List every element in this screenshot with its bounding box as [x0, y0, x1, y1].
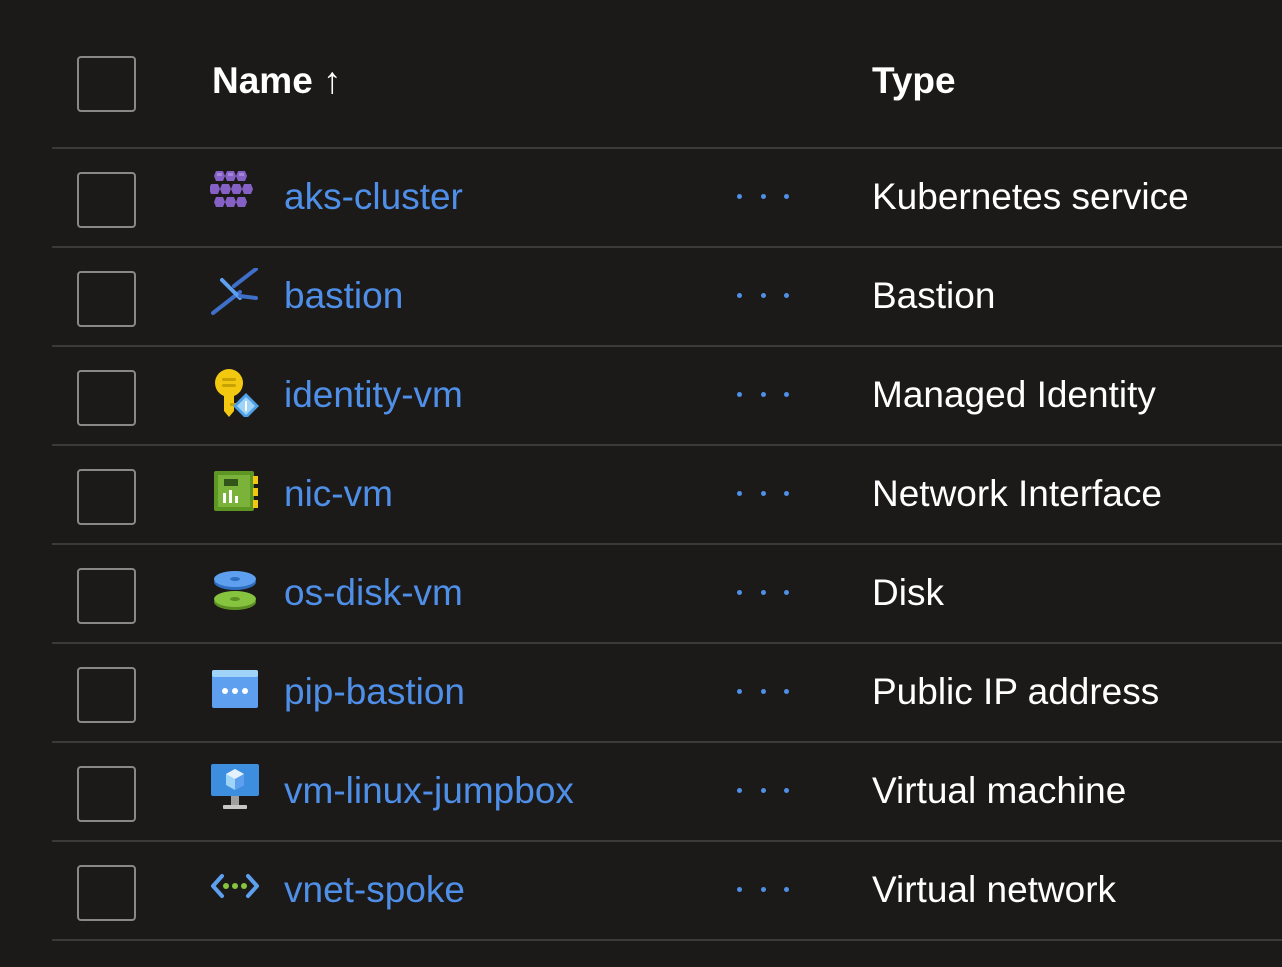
- table-row: os-disk-vm Disk: [0, 545, 1282, 644]
- table-row: identity-vm Managed Identity: [0, 347, 1282, 446]
- more-actions-button[interactable]: [737, 783, 789, 797]
- resource-link[interactable]: bastion: [284, 275, 403, 317]
- row-checkbox[interactable]: [77, 271, 136, 327]
- resource-type: Virtual network: [872, 869, 1117, 910]
- more-actions-button[interactable]: [737, 387, 789, 401]
- virtual-network-icon: [210, 862, 260, 912]
- more-actions-button[interactable]: [737, 189, 789, 203]
- kubernetes-service-icon: [210, 169, 260, 219]
- table-row: nic-vm Network Interface: [0, 446, 1282, 545]
- resource-link[interactable]: pip-bastion: [284, 671, 465, 713]
- resource-type: Disk: [872, 572, 944, 613]
- resource-type: Kubernetes service: [872, 176, 1189, 217]
- resource-type: Virtual machine: [872, 770, 1127, 811]
- table-row: pip-bastion Public IP address: [0, 644, 1282, 743]
- more-actions-button[interactable]: [737, 882, 789, 896]
- row-checkbox[interactable]: [77, 568, 136, 624]
- resource-grid: Name ↑ Type aks-cluster Kubernetes servi…: [0, 0, 1282, 967]
- resource-type: Bastion: [872, 275, 996, 316]
- resource-link[interactable]: aks-cluster: [284, 176, 463, 218]
- name-column-header[interactable]: Name ↑: [212, 60, 342, 102]
- resource-link[interactable]: vnet-spoke: [284, 869, 465, 911]
- managed-identity-icon: [210, 367, 260, 417]
- table-row: aks-cluster Kubernetes service: [0, 149, 1282, 248]
- resource-link[interactable]: vm-linux-jumpbox: [284, 770, 574, 812]
- grid-header: Name ↑ Type: [0, 0, 1282, 148]
- virtual-machine-icon: [210, 763, 260, 813]
- bastion-icon: [210, 268, 260, 318]
- public-ip-icon: [210, 664, 260, 714]
- more-actions-button[interactable]: [737, 585, 789, 599]
- resource-link[interactable]: nic-vm: [284, 473, 393, 515]
- row-checkbox[interactable]: [77, 469, 136, 525]
- more-actions-button[interactable]: [737, 288, 789, 302]
- row-checkbox[interactable]: [77, 370, 136, 426]
- row-checkbox[interactable]: [77, 766, 136, 822]
- resource-link[interactable]: identity-vm: [284, 374, 463, 416]
- more-actions-button[interactable]: [737, 486, 789, 500]
- resource-type: Managed Identity: [872, 374, 1156, 415]
- table-row: vm-linux-jumpbox Virtual machine: [0, 743, 1282, 842]
- disk-icon: [210, 565, 260, 615]
- row-checkbox[interactable]: [77, 667, 136, 723]
- table-row: vnet-spoke Virtual network: [0, 842, 1282, 941]
- more-actions-button[interactable]: [737, 684, 789, 698]
- row-checkbox[interactable]: [77, 172, 136, 228]
- resource-type: Network Interface: [872, 473, 1162, 514]
- resource-type: Public IP address: [872, 671, 1160, 712]
- row-checkbox[interactable]: [77, 865, 136, 921]
- resource-link[interactable]: os-disk-vm: [284, 572, 463, 614]
- type-column-header: Type: [872, 60, 956, 101]
- row-divider: [52, 939, 1282, 941]
- table-row: bastion Bastion: [0, 248, 1282, 347]
- select-all-checkbox[interactable]: [77, 56, 136, 112]
- network-interface-icon: [210, 466, 260, 516]
